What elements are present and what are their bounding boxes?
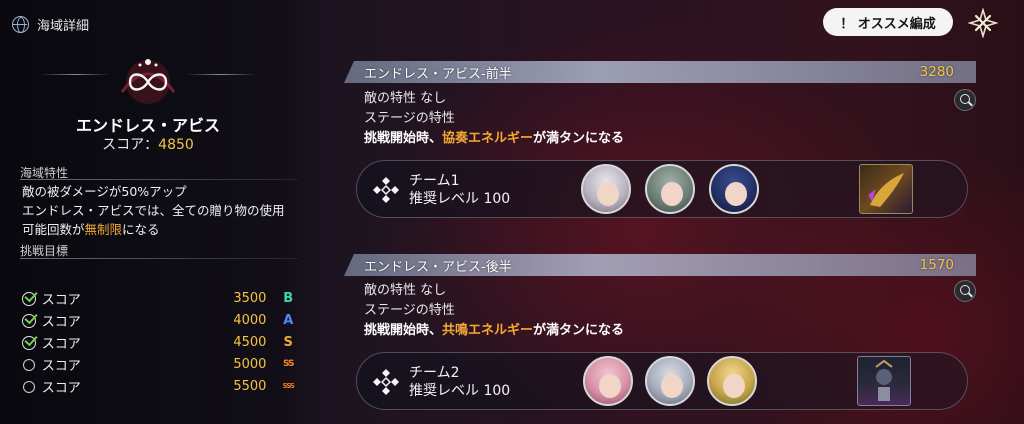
check-icon <box>22 313 36 328</box>
goal-row: スコア 5500 SSS <box>22 376 298 396</box>
close-icon[interactable] <box>968 8 998 38</box>
goal-value: 3500 <box>233 290 267 306</box>
goal-value: 5500 <box>233 378 267 394</box>
team1-bar[interactable]: チーム1 推奨レベル 100 <box>356 160 968 218</box>
team1-label: チーム1 推奨レベル 100 <box>409 172 510 208</box>
unlimited-highlight: 無制限 <box>84 222 123 237</box>
team-name: チーム1 <box>409 173 460 189</box>
team2-label: チーム2 推奨レベル 100 <box>409 364 510 400</box>
effect-text: が満タンになる <box>533 323 625 338</box>
sea-trait-line: 可能回数が無制限になる <box>22 220 285 239</box>
stage-score: スコア：4850 <box>70 134 226 154</box>
rank-b-icon: B <box>283 290 294 306</box>
sea-trait-line: 敵の被ダメージが50%アップ <box>22 184 187 199</box>
half2-score: 1570 <box>919 257 954 273</box>
detail-search-icon[interactable] <box>954 280 976 302</box>
sea-trait-text: 可能回数が <box>22 222 85 237</box>
character-avatar[interactable] <box>645 356 695 406</box>
sea-trait-line: エンドレス・アビスでは、全ての贈り物の使用 <box>22 203 285 218</box>
goals-heading: 挑戦目標 <box>20 244 69 258</box>
goal-value: 4000 <box>233 312 267 328</box>
goal-row: スコア 5000 SS <box>22 354 298 374</box>
avatar-face <box>661 374 683 398</box>
half2-title: エンドレス・アビス-後半 <box>364 259 512 275</box>
team-name: チーム2 <box>409 365 460 381</box>
ornament-line-left <box>40 74 110 75</box>
divider <box>20 258 298 259</box>
effect-text: が満タンになる <box>533 131 625 146</box>
stage-trait-effect: 挑戦開始時、共鳴エネルギーが満タンになる <box>364 321 624 341</box>
header-title[interactable]: 海域詳細 <box>12 12 89 36</box>
stage-trait-heading: ステージの特性 <box>364 111 455 126</box>
gift-item-icon[interactable] <box>857 356 911 406</box>
half1-banner: エンドレス・アビス-前半 3280 <box>344 61 976 83</box>
enemy-trait: 敵の特性 なし <box>364 91 447 106</box>
statue-icon <box>875 359 893 401</box>
character-avatar[interactable] <box>707 356 757 406</box>
energy-highlight: 共鳴エネルギー <box>442 323 534 338</box>
stage-trait-heading: ステージの特性 <box>364 303 455 318</box>
half2-banner: エンドレス・アビス-後半 1570 <box>344 254 976 276</box>
effect-text: 挑戦開始時、 <box>364 131 443 146</box>
team-level: 推奨レベル 100 <box>409 383 511 399</box>
page-title: 海域詳細 <box>37 18 90 34</box>
goal-label: スコア <box>41 380 81 396</box>
goal-value: 5000 <box>233 356 267 372</box>
avatar-face <box>723 374 745 398</box>
stage-trait-effect: 挑戦開始時、協奏エネルギーが満タンになる <box>364 129 624 149</box>
abyss-emblem-icon <box>120 59 176 104</box>
check-icon <box>22 335 36 350</box>
team-level: 推奨レベル 100 <box>409 191 511 207</box>
half2-info: 敵の特性 なし ステージの特性 挑戦開始時、共鳴エネルギーが満タンになる <box>364 281 624 341</box>
score-value: 4850 <box>158 137 194 153</box>
check-icon <box>22 291 36 306</box>
goal-label: スコア <box>41 358 81 374</box>
goal-row: スコア 4000 A <box>22 310 298 330</box>
recommended-team-button[interactable]: ！ オススメ編成 <box>823 8 953 36</box>
ornament-line-right <box>186 74 256 75</box>
goal-label: スコア <box>41 336 81 352</box>
team2-bar[interactable]: チーム2 推奨レベル 100 <box>356 352 968 410</box>
rank-ss-icon: SS <box>282 359 295 369</box>
horn-icon <box>868 173 904 207</box>
divider <box>20 179 298 180</box>
score-label: スコア： <box>102 137 159 153</box>
half1-title: エンドレス・アビス-前半 <box>364 66 512 82</box>
goal-row: スコア 4500 S <box>22 332 298 352</box>
globe-icon <box>12 15 29 33</box>
unchecked-circle-icon <box>22 357 36 371</box>
avatar-face <box>725 182 747 206</box>
sea-trait-text: になる <box>122 222 160 237</box>
goal-label: スコア <box>41 292 81 308</box>
character-avatar[interactable] <box>709 164 759 214</box>
goal-row: スコア 3500 B <box>22 288 298 308</box>
half1-score: 3280 <box>919 64 954 80</box>
detail-search-icon[interactable] <box>954 89 976 111</box>
team-formation-icon <box>373 177 399 203</box>
character-avatar[interactable] <box>583 356 633 406</box>
half1-info: 敵の特性 なし ステージの特性 挑戦開始時、協奏エネルギーが満タンになる <box>364 89 624 149</box>
gift-item-icon[interactable] <box>859 164 913 214</box>
energy-highlight: 協奏エネルギー <box>442 131 534 146</box>
character-avatar[interactable] <box>645 164 695 214</box>
unchecked-circle-icon <box>22 379 36 393</box>
rank-a-icon: A <box>283 312 294 328</box>
avatar-face <box>661 182 683 206</box>
avatar-face <box>599 374 621 398</box>
goal-value: 4500 <box>233 334 267 350</box>
character-avatar[interactable] <box>581 164 631 214</box>
avatar-face <box>597 182 619 206</box>
stage-name: エンドレス・アビス <box>75 116 220 135</box>
rank-sss-icon: SSS <box>282 382 294 390</box>
effect-text: 挑戦開始時、 <box>364 323 443 338</box>
rank-s-icon: S <box>283 334 293 350</box>
team-formation-icon <box>373 369 399 395</box>
enemy-trait: 敵の特性 なし <box>364 283 447 298</box>
goal-label: スコア <box>41 314 81 330</box>
sea-traits-text: 敵の被ダメージが50%アップ エンドレス・アビスでは、全ての贈り物の使用 可能回… <box>22 182 285 239</box>
